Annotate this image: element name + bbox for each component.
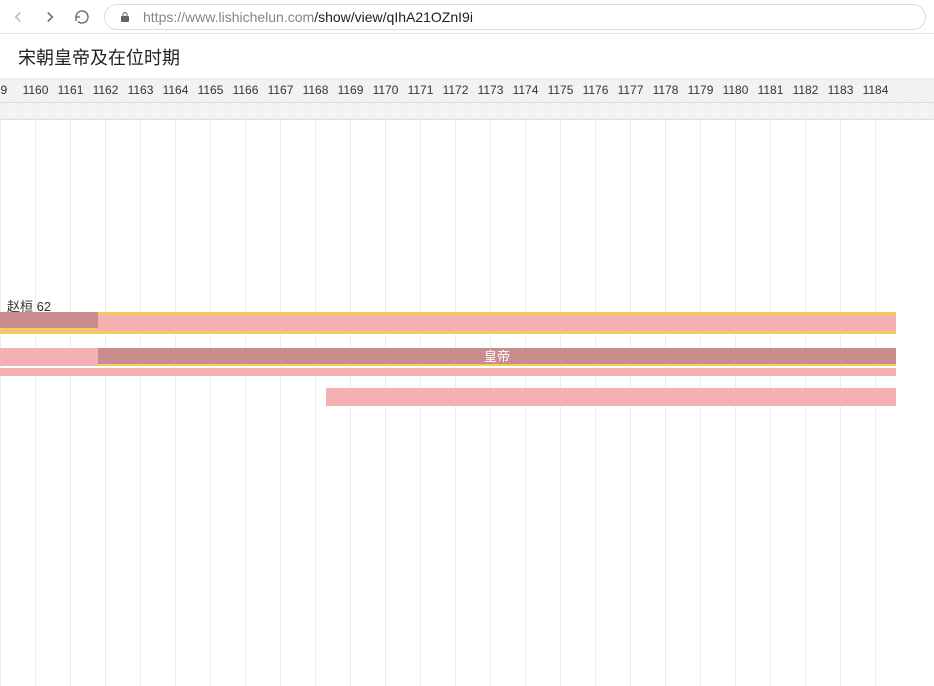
browser-bar: https://www.lishichelun.com/show/view/qI… [0, 0, 934, 34]
page-title: 宋朝皇帝及在位时期 [0, 34, 934, 79]
gridline [0, 120, 1, 686]
timeline-bar[interactable] [0, 368, 896, 376]
back-icon[interactable] [8, 7, 28, 27]
gridline [140, 120, 141, 686]
year-tick: 1163 [123, 83, 158, 97]
year-tick: 1179 [683, 83, 718, 97]
gridline [70, 120, 71, 686]
year-tick: 1162 [88, 83, 123, 97]
timeline-bar[interactable] [326, 388, 897, 406]
year-tick: 1174 [508, 83, 543, 97]
year-tick: 59 [0, 83, 18, 97]
timeline-body[interactable]: 赵桓 62皇帝 [0, 120, 934, 686]
gridline [280, 120, 281, 686]
url-text: https://www.lishichelun.com/show/view/qI… [143, 9, 473, 25]
year-tick: 1183 [823, 83, 858, 97]
url-bar[interactable]: https://www.lishichelun.com/show/view/qI… [104, 4, 926, 30]
bar-label: 皇帝 [484, 348, 510, 366]
year-tick: 1184 [858, 83, 893, 97]
year-tick: 1177 [613, 83, 648, 97]
page-header: 宋朝皇帝及在位时期 591160116111621163116411651166… [0, 34, 934, 120]
year-tick: 1171 [403, 83, 438, 97]
year-tick: 1173 [473, 83, 508, 97]
timeline-bar[interactable] [0, 312, 98, 330]
year-tick: 1172 [438, 83, 473, 97]
gridline [175, 120, 176, 686]
header-texture [0, 103, 934, 119]
timeline-bar[interactable]: 皇帝 [98, 348, 896, 366]
year-tick: 1160 [18, 83, 53, 97]
year-tick: 1170 [368, 83, 403, 97]
timeline-bar[interactable] [0, 348, 98, 366]
year-tick: 1175 [543, 83, 578, 97]
year-tick: 1161 [53, 83, 88, 97]
gridline [35, 120, 36, 686]
year-tick: 1165 [193, 83, 228, 97]
timeline-bar[interactable] [0, 312, 896, 334]
reload-icon[interactable] [72, 7, 92, 27]
gridline [315, 120, 316, 686]
year-tick: 1167 [263, 83, 298, 97]
year-tick: 1182 [788, 83, 823, 97]
year-tick: 1176 [578, 83, 613, 97]
year-axis: 5911601161116211631164116511661167116811… [0, 79, 934, 103]
year-tick: 1164 [158, 83, 193, 97]
year-tick: 1178 [648, 83, 683, 97]
year-tick: 1169 [333, 83, 368, 97]
gridline [245, 120, 246, 686]
lock-icon [115, 7, 135, 27]
year-tick: 1181 [753, 83, 788, 97]
year-tick: 1180 [718, 83, 753, 97]
year-tick: 1168 [298, 83, 333, 97]
forward-icon[interactable] [40, 7, 60, 27]
gridline [105, 120, 106, 686]
gridline [210, 120, 211, 686]
year-tick: 1166 [228, 83, 263, 97]
